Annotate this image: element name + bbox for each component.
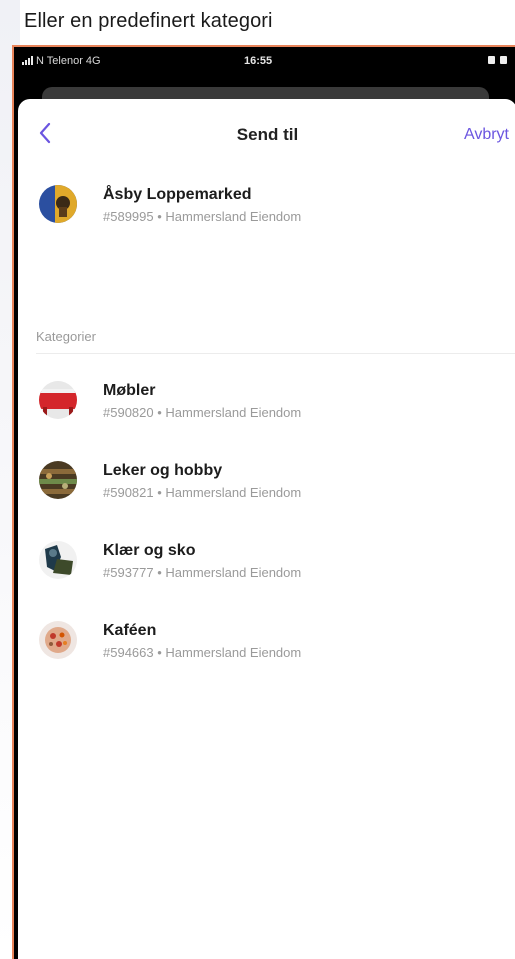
list-item-title: Kaféen (103, 622, 157, 639)
avatar (39, 621, 77, 659)
nav-bar: Send til Avbryt (18, 99, 515, 169)
list-item-leker-og-hobby[interactable]: Leker og hobby #590821 • Hammersland Eie… (18, 453, 515, 513)
list-item-title: Klær og sko (103, 542, 196, 559)
section-heading: Kategorier (36, 329, 96, 344)
avatar (39, 185, 77, 223)
phone-screen: N Telenor 4G 16:55 Send til Avbryt Åsby … (12, 45, 515, 959)
list-item-subtitle: #590820 • Hammersland Eiendom (103, 405, 302, 420)
page-title: Send til (236, 125, 299, 144)
battery-icon (488, 56, 507, 64)
list-item-title: Åsby Loppemarked (103, 186, 252, 203)
list-item-subtitle: #590821 • Hammersland Eiendom (103, 485, 302, 500)
list-item-kafeen[interactable]: Kaféen #594663 • Hammersland Eiendom (18, 613, 515, 673)
signal-icon (22, 56, 33, 65)
list-item-klaer-og-sko[interactable]: Klær og sko #593777 • Hammersland Eiendo… (18, 533, 515, 593)
list-item-subtitle: #593777 • Hammersland Eiendom (103, 565, 302, 580)
caption: Eller en predefinert kategori (24, 10, 273, 32)
avatar (39, 541, 77, 579)
status-bar: N Telenor 4G 16:55 (14, 47, 515, 74)
list-item-title: Leker og hobby (103, 462, 223, 479)
avatar (39, 461, 77, 499)
status-time: 16:55 (244, 55, 273, 67)
cancel-button[interactable]: Avbryt (464, 126, 509, 144)
carrier-label: N Telenor 4G (36, 55, 101, 67)
list-item-mobler[interactable]: Møbler #590820 • Hammersland Eiendom (18, 373, 515, 433)
list-item-asby-loppemarked[interactable]: Åsby Loppemarked #589995 • Hammersland E… (18, 177, 515, 237)
list-item-subtitle: #594663 • Hammersland Eiendom (103, 645, 302, 660)
list-item-title: Møbler (103, 382, 156, 399)
divider (36, 353, 515, 354)
send-to-sheet: Send til Avbryt Åsby Loppemarked #589995… (18, 99, 515, 959)
list-item-subtitle: #589995 • Hammersland Eiendom (103, 209, 302, 224)
avatar (39, 381, 77, 419)
